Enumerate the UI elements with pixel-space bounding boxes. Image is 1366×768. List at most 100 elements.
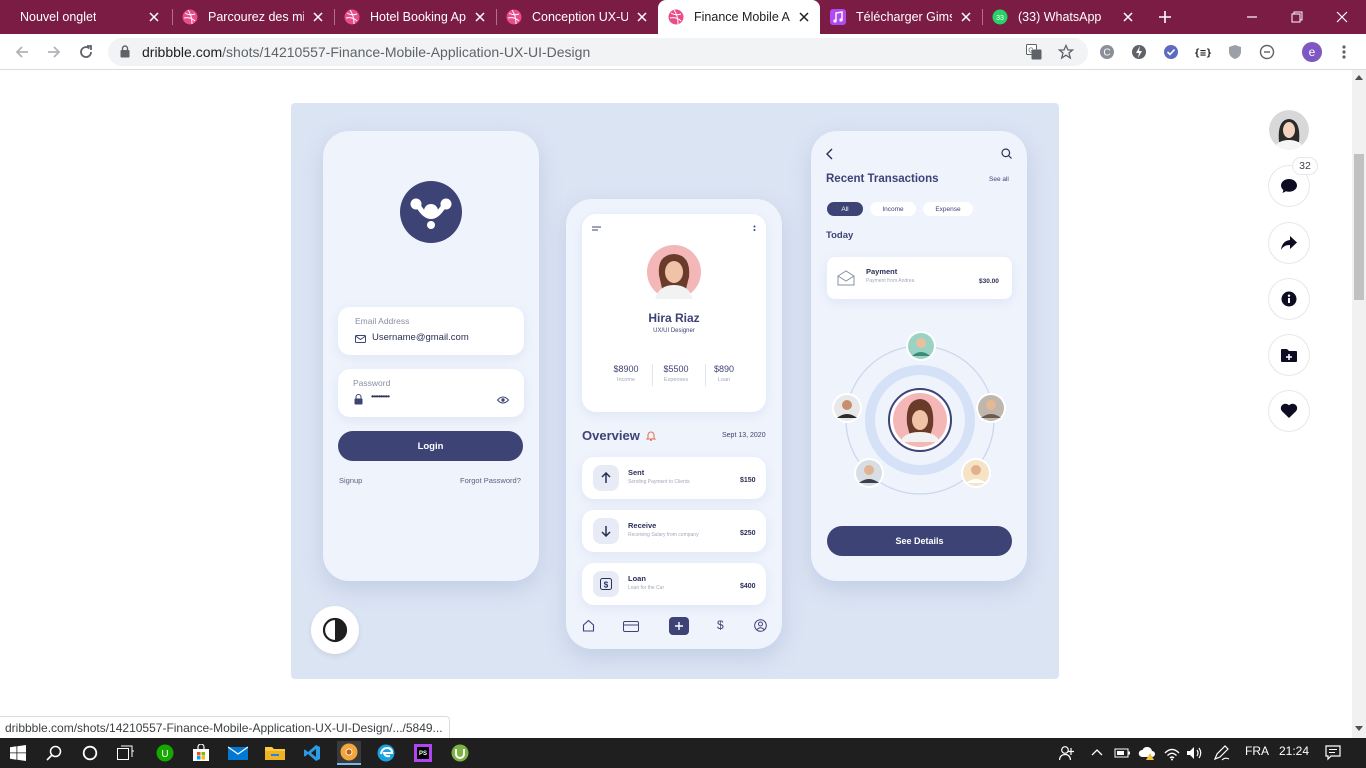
password-field[interactable]: Password •••••••••• [338,369,524,417]
close-tab-icon[interactable] [472,9,488,25]
share-button[interactable] [1269,223,1309,263]
add-icon[interactable] [669,617,689,635]
lock-icon[interactable] [120,45,130,58]
collection-button[interactable] [1269,335,1309,375]
filter-expense[interactable]: Expense [923,202,973,216]
stat-value: $890 [713,364,735,374]
translate-icon[interactable]: G [1026,44,1042,60]
tab-parcourez[interactable]: Parcourez des mill [172,0,334,34]
tab-conception[interactable]: Conception UX-UI [496,0,658,34]
pen-icon[interactable] [1213,745,1231,761]
search-icon[interactable] [1001,148,1012,159]
profile-avatar[interactable]: e [1302,42,1322,62]
tab-new-tab[interactable]: Nouvel onglet [0,0,172,34]
extension-c-icon[interactable]: C [1097,42,1117,62]
chrome-canary-icon[interactable] [337,741,361,765]
cloud-warning-icon[interactable] [1138,745,1156,761]
language-indicator[interactable]: FRA [1245,744,1269,758]
address-bar[interactable]: dribbble.com/shots/14210557-Finance-Mobi… [108,38,1088,66]
close-tab-icon[interactable] [1120,9,1136,25]
store-icon[interactable] [189,741,213,765]
wifi-icon[interactable] [1163,745,1181,761]
user-icon[interactable] [754,619,767,632]
restore-icon[interactable] [1286,6,1308,28]
close-tab-icon[interactable] [958,9,974,25]
chevron-up-icon[interactable] [1091,748,1103,756]
designer-avatar[interactable] [1269,110,1309,150]
comment-icon [1280,178,1298,194]
signup-link[interactable]: Signup [339,476,362,485]
shot-image[interactable]: Email Address Username@gmail.com Passwor… [291,103,1059,679]
reload-icon[interactable] [76,42,96,62]
close-tab-icon[interactable] [146,9,162,25]
back-chevron-icon[interactable] [825,148,833,160]
transaction-sent[interactable]: Sent Sending Payment to Clients $150 [582,457,766,499]
forgot-password-link[interactable]: Forgot Password? [460,476,521,485]
tab-telecharger-gims[interactable]: Télécharger Gims [820,0,982,34]
contrast-icon[interactable] [311,606,359,654]
extension-shield-icon[interactable] [1225,42,1245,62]
notification-icon[interactable] [1325,745,1341,761]
scroll-up-icon[interactable] [1355,74,1363,80]
filter-income[interactable]: Income [870,202,916,216]
edge-icon[interactable] [374,741,398,765]
scrollbar-thumb[interactable] [1354,154,1364,300]
close-tab-icon[interactable] [796,9,812,25]
transaction-loan[interactable]: $ Loan Loan for the Car $400 [582,563,766,605]
dollar-box-icon: $ [593,571,619,597]
home-icon[interactable] [582,619,595,632]
more-dots-icon[interactable] [753,225,756,233]
mail-icon[interactable] [226,741,250,765]
search-icon[interactable] [42,741,66,765]
hamburger-icon[interactable] [592,226,602,232]
menu-dots-icon[interactable] [1334,42,1354,62]
cortana-icon[interactable] [78,741,102,765]
vscode-icon[interactable] [300,741,324,765]
see-all-link[interactable]: See all [989,176,1009,183]
transaction-receive[interactable]: Receive Receiving Salary from company $2… [582,510,766,552]
info-button[interactable] [1269,279,1309,319]
forward-icon[interactable] [44,42,64,62]
eye-icon[interactable] [497,396,509,404]
clock[interactable]: 21:24 [1279,744,1309,758]
extension-json-icon[interactable]: {≡} [1193,42,1213,62]
utorrent-icon[interactable] [448,741,472,765]
tab-whatsapp[interactable]: 33 (33) WhatsApp [982,0,1144,34]
lock-icon [354,394,363,405]
url-text[interactable]: dribbble.com/shots/14210557-Finance-Mobi… [142,44,590,60]
extension-check-icon[interactable] [1161,42,1181,62]
payment-card[interactable]: Payment Payment from Andrea $30.00 [827,257,1012,299]
close-tab-icon[interactable] [634,9,650,25]
tab-hotel-booking[interactable]: Hotel Booking App [334,0,496,34]
people-icon[interactable] [1059,745,1075,761]
tab-finance-mobile[interactable]: Finance Mobile Ap [658,0,820,34]
minimize-icon[interactable] [1241,6,1263,28]
email-field[interactable]: Email Address Username@gmail.com [338,307,524,355]
upwork-icon[interactable]: U [153,741,177,765]
scroll-down-icon[interactable] [1355,726,1363,732]
volume-icon[interactable] [1186,745,1204,761]
see-details-button[interactable]: See Details [827,526,1012,556]
star-icon[interactable] [1058,44,1074,60]
phpstorm-icon[interactable]: PS [411,741,435,765]
extension-bolt-icon[interactable] [1129,42,1149,62]
svg-text:C: C [1103,48,1110,59]
info-icon [1281,291,1297,307]
battery-icon[interactable] [1114,746,1132,760]
new-tab-button[interactable] [1154,6,1176,28]
scrollbar[interactable] [1352,70,1366,738]
close-window-icon[interactable] [1331,6,1353,28]
like-button[interactable] [1269,391,1309,431]
dollar-icon[interactable]: $ [717,618,724,632]
windows-start-icon[interactable] [6,741,30,765]
filter-all[interactable]: All [827,202,863,216]
extension-globe-icon[interactable] [1257,42,1277,62]
task-view-icon[interactable] [114,741,138,765]
bell-icon[interactable] [646,430,656,441]
card-icon[interactable] [623,621,639,632]
comments-button[interactable]: 32 [1269,158,1317,206]
back-icon[interactable] [12,42,32,62]
login-button[interactable]: Login [338,431,523,461]
close-tab-icon[interactable] [310,9,326,25]
file-explorer-icon[interactable] [263,741,287,765]
